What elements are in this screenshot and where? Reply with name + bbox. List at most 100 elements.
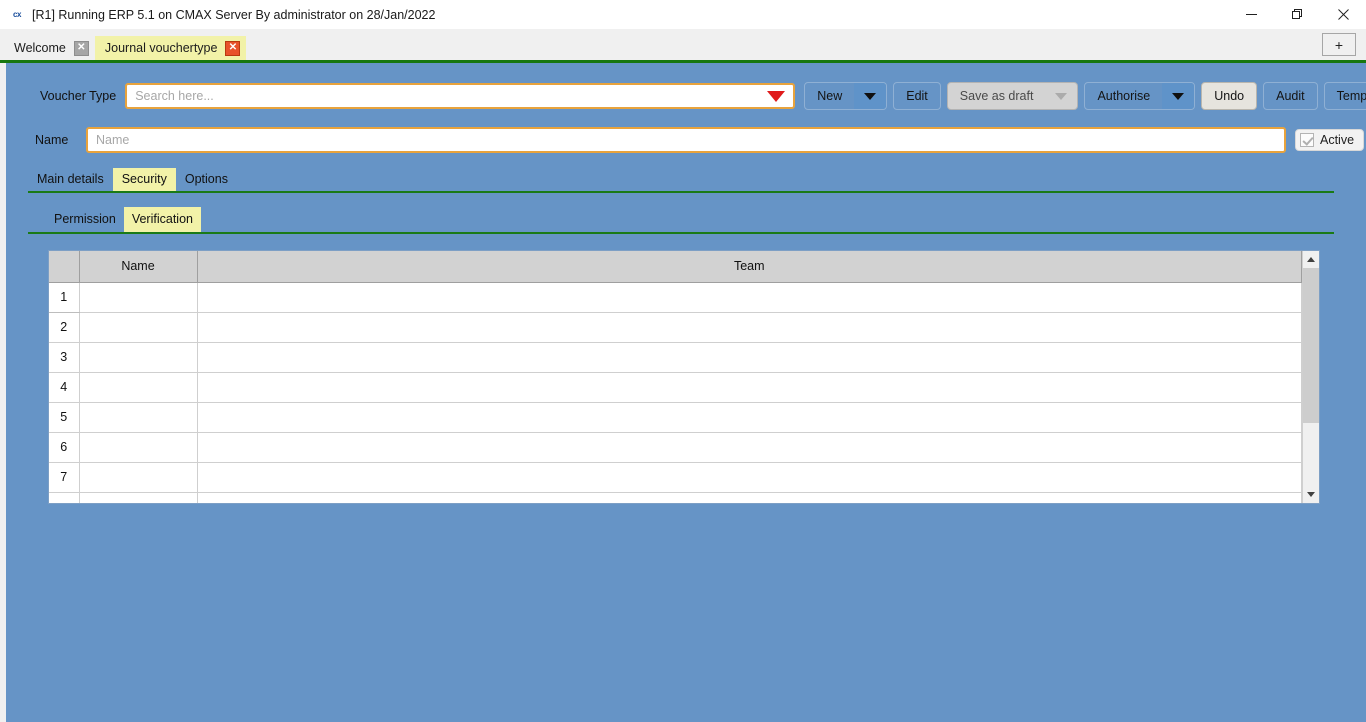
document-tab-label: Journal vouchertype: [104, 41, 218, 55]
audit-button[interactable]: Audit: [1263, 82, 1318, 110]
cell-team[interactable]: [197, 432, 1302, 463]
tab-main-details[interactable]: Main details: [28, 168, 113, 191]
cell-name[interactable]: [79, 342, 198, 373]
close-icon[interactable]: [1320, 0, 1366, 29]
new-dropdown-arrow[interactable]: [854, 83, 887, 109]
app-icon: cx: [13, 10, 21, 19]
voucher-type-label: Voucher Type: [40, 89, 117, 103]
authorise-dropdown-arrow[interactable]: [1162, 83, 1195, 109]
save-as-draft-button[interactable]: Save as draft: [946, 82, 1079, 110]
table-row[interactable]: 5: [49, 402, 1302, 433]
checkbox-checked-icon: [1300, 133, 1314, 147]
action-toolbar: New Edit Save as draft Authorise Undo Au…: [804, 82, 1366, 110]
table-header-row: Name Team: [49, 251, 1302, 283]
minimize-icon[interactable]: [1228, 0, 1274, 29]
scrollbar-thumb[interactable]: [1303, 268, 1319, 423]
row-number: [49, 492, 80, 503]
cell-name[interactable]: [79, 312, 198, 343]
primary-tab-bar: Main details Security Options: [28, 168, 1334, 193]
tab-permission[interactable]: Permission: [46, 207, 124, 232]
table-row[interactable]: 3: [49, 342, 1302, 373]
name-label: Name: [35, 133, 69, 147]
maximize-restore-icon[interactable]: [1274, 0, 1320, 29]
active-checkbox-label: Active: [1320, 133, 1355, 147]
chevron-down-icon: [1172, 92, 1185, 100]
dropdown-caret-icon[interactable]: [767, 90, 786, 102]
cell-name[interactable]: [79, 402, 198, 433]
cell-name[interactable]: [79, 432, 198, 463]
new-button[interactable]: New: [804, 82, 888, 110]
cell-name[interactable]: [79, 372, 198, 403]
scroll-down-button[interactable]: [1303, 486, 1319, 503]
tab-options[interactable]: Options: [176, 168, 237, 191]
window-title-bar: cx [R1] Running ERP 5.1 on CMAX Server B…: [0, 0, 1366, 29]
close-tab-icon[interactable]: ✕: [73, 40, 89, 56]
table-row[interactable]: 1: [49, 282, 1302, 313]
close-tab-icon[interactable]: ✕: [225, 40, 241, 56]
window-controls: [1228, 0, 1366, 29]
cell-team[interactable]: [197, 462, 1302, 493]
select-all-header[interactable]: [49, 251, 80, 283]
voucher-type-search-box[interactable]: [125, 83, 796, 109]
document-tab-journal-vouchertype[interactable]: Journal vouchertype ✕: [94, 36, 247, 60]
cell-team[interactable]: [197, 342, 1302, 373]
column-header-team[interactable]: Team: [197, 251, 1302, 283]
cell-team[interactable]: [197, 312, 1302, 343]
scroll-up-button[interactable]: [1303, 251, 1319, 268]
grid-viewport: Name Team 1 2 3 4 5 6 7: [49, 251, 1302, 503]
edit-button-label: Edit: [906, 89, 928, 103]
table-row[interactable]: 4: [49, 372, 1302, 403]
cell-name[interactable]: [79, 462, 198, 493]
tab-verification[interactable]: Verification: [123, 207, 201, 232]
verification-grid: Name Team 1 2 3 4 5 6 7: [48, 250, 1320, 504]
row-number: 6: [49, 432, 80, 463]
undo-button[interactable]: Undo: [1201, 82, 1258, 110]
table-row[interactable]: 6: [49, 432, 1302, 463]
document-tab-strip: Welcome ✕ Journal vouchertype ✕ +: [0, 29, 1366, 60]
new-button-label: New: [817, 89, 843, 103]
column-header-name[interactable]: Name: [79, 251, 198, 283]
document-tab-label: Welcome: [14, 41, 66, 55]
save-as-draft-button-label: Save as draft: [959, 89, 1034, 103]
undo-button-label: Undo: [1214, 89, 1245, 103]
window-title: [R1] Running ERP 5.1 on CMAX Server By a…: [32, 7, 436, 22]
scrollbar-track[interactable]: [1303, 268, 1319, 486]
voucher-type-row: Voucher Type New Edit Save as draft: [6, 63, 1366, 110]
table-row-partial[interactable]: [49, 492, 1302, 503]
active-checkbox[interactable]: Active: [1295, 129, 1365, 151]
authorise-button-label: Authorise: [1097, 89, 1151, 103]
row-number: 2: [49, 312, 80, 343]
cell-team[interactable]: [197, 402, 1302, 433]
grid-vertical-scrollbar[interactable]: [1302, 251, 1319, 503]
document-tab-welcome[interactable]: Welcome ✕: [4, 36, 95, 60]
cell-team[interactable]: [197, 282, 1302, 313]
new-tab-button[interactable]: +: [1322, 33, 1356, 56]
save-as-draft-dropdown-arrow[interactable]: [1045, 83, 1077, 109]
chevron-down-icon: [864, 92, 877, 100]
grid-body: 1 2 3 4 5 6 7: [49, 282, 1302, 503]
cell-team[interactable]: [197, 372, 1302, 403]
name-input[interactable]: [86, 127, 1286, 153]
secondary-tab-bar: Permission Verification: [28, 207, 1334, 234]
audit-button-label: Audit: [1276, 89, 1305, 103]
tab-security[interactable]: Security: [112, 168, 176, 191]
authorise-button[interactable]: Authorise: [1084, 82, 1196, 110]
row-number: 7: [49, 462, 80, 493]
template-button-label: Template: [1336, 89, 1366, 103]
row-number: 3: [49, 342, 80, 373]
main-content-area: Voucher Type New Edit Save as draft: [6, 63, 1366, 722]
chevron-up-icon: [1307, 257, 1315, 262]
grid-table: Name Team 1 2 3 4 5 6 7: [49, 251, 1302, 503]
row-number: 4: [49, 372, 80, 403]
chevron-down-icon: [1307, 492, 1315, 497]
cell-team[interactable]: [197, 492, 1302, 503]
row-number: 5: [49, 402, 80, 433]
table-row[interactable]: 2: [49, 312, 1302, 343]
search-input[interactable]: [133, 86, 794, 106]
template-button[interactable]: Template: [1323, 82, 1366, 110]
cell-name[interactable]: [79, 492, 198, 503]
chevron-down-icon: [1055, 92, 1068, 100]
cell-name[interactable]: [79, 282, 198, 313]
edit-button[interactable]: Edit: [893, 82, 941, 110]
table-row[interactable]: 7: [49, 462, 1302, 493]
